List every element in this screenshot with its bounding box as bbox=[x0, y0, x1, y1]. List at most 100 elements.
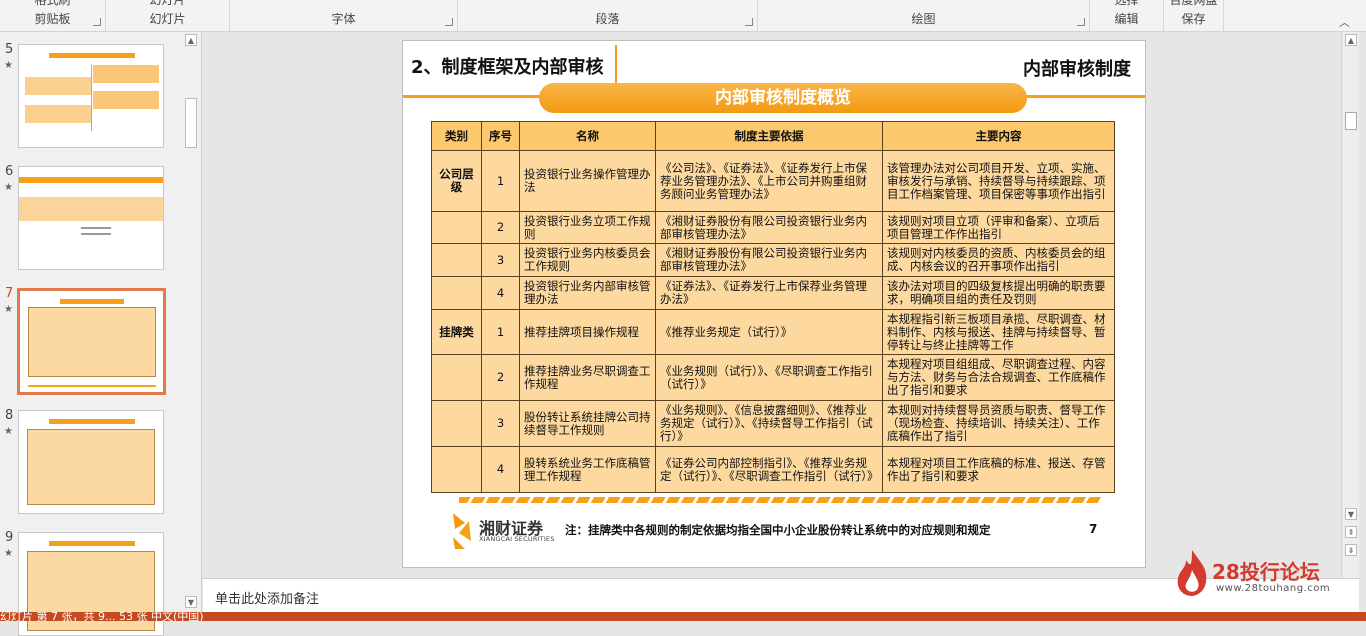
thumb-banner bbox=[49, 419, 135, 424]
thumb-banner bbox=[49, 541, 135, 546]
dialog-launcher-icon[interactable] bbox=[93, 18, 101, 26]
ribbon-group-editing[interactable]: 选择 编辑 bbox=[1090, 0, 1164, 32]
scrollbar-thumb[interactable] bbox=[1345, 112, 1357, 130]
table-row: 4 股转系统业务工作底稿管理工作规程 《证券公司内部控制指引》、《推荐业务规定（… bbox=[431, 446, 1115, 493]
editor-scrollbar[interactable]: ▲ ▼ ⇞ ⇟ bbox=[1341, 32, 1359, 578]
table-row: 挂牌类 1 推荐挂牌项目操作规程 《推荐业务规定（试行）》 本规程指引新三板项目… bbox=[431, 309, 1115, 355]
ribbon-group-clipboard[interactable]: 格式刷 剪贴板 bbox=[0, 0, 106, 32]
notes-placeholder[interactable]: 单击此处添加备注 bbox=[215, 588, 319, 607]
next-slide-icon[interactable]: ⇟ bbox=[1345, 544, 1357, 556]
name-cell: 投资银行业务操作管理办法 bbox=[519, 150, 656, 212]
animation-star-icon: ★ bbox=[4, 304, 13, 315]
scroll-up-icon[interactable]: ▲ bbox=[1345, 34, 1357, 46]
ribbon-cut-text: 格式刷 bbox=[34, 0, 71, 7]
scroll-down-icon[interactable]: ▼ bbox=[1345, 508, 1357, 520]
basis-cell: 《湘财证券股份有限公司投资银行业务内部审核管理办法》 bbox=[655, 211, 883, 244]
thumb-table bbox=[28, 307, 156, 377]
ribbon-group-label: 剪贴板 bbox=[34, 12, 71, 26]
scroll-up-icon[interactable]: ▲ bbox=[185, 34, 197, 46]
basis-cell: 《证券法》、《证券发行上市保荐业务管理办法》 bbox=[655, 276, 883, 310]
collapse-ribbon-icon[interactable]: ︿ bbox=[1339, 14, 1350, 30]
content-cell: 该规则对项目立项（评审和备案）、立项后项目管理工作作出指引 bbox=[882, 211, 1115, 244]
ribbon-group-paragraph[interactable]: 段落 bbox=[458, 0, 758, 32]
name-cell: 股转系统业务工作底稿管理工作规程 bbox=[519, 446, 656, 493]
content-cell: 该办法对项目的四级复核提出明确的职责要求，明确项目组的责任及罚则 bbox=[882, 276, 1115, 310]
name-cell: 投资银行业务立项工作规则 bbox=[519, 211, 656, 244]
ribbon: 格式刷 剪贴板 幻灯片 幻灯片 字体 段落 绘图 选择 编辑 百度网盘 保存 ︿ bbox=[0, 0, 1366, 32]
thumb-line bbox=[81, 227, 111, 229]
title-divider bbox=[615, 45, 617, 83]
number-cell: 3 bbox=[481, 243, 520, 277]
content-cell: 本规则对持续督导员资质与职责、督导工作（现场检查、持续培训、持续关注）、工作底稿… bbox=[882, 400, 1115, 447]
ribbon-group-drawing[interactable]: 绘图 bbox=[758, 0, 1090, 32]
number-cell: 2 bbox=[481, 211, 520, 244]
thumb-table bbox=[27, 429, 155, 505]
thumb-box bbox=[25, 77, 91, 95]
slide-thumbnail-8[interactable] bbox=[18, 410, 164, 514]
section-title: 2、制度框架及内部审核 bbox=[411, 57, 604, 78]
previous-slide-icon[interactable]: ⇞ bbox=[1345, 526, 1357, 538]
table-row: 4 投资银行业务内部审核管理办法 《证券法》、《证券发行上市保荐业务管理办法》 … bbox=[431, 276, 1115, 310]
table-row: 3 投资银行业务内核委员会工作规则 《湘财证券股份有限公司投资银行业务内部审核管… bbox=[431, 243, 1115, 277]
column-header: 制度主要依据 bbox=[655, 121, 883, 151]
dialog-launcher-icon[interactable] bbox=[1077, 18, 1085, 26]
thumb-line bbox=[91, 65, 92, 131]
content-cell: 本规程对项目组组成、尽职调查过程、内容与方法、财务与合法合规调查、工作底稿作出了… bbox=[882, 354, 1115, 401]
thumbnail-number: 9 bbox=[5, 530, 14, 545]
content-cell: 本规程指引新三板项目承揽、尽职调查、材料制作、内核与报送、挂牌与持续督导、暂停转… bbox=[882, 309, 1115, 355]
ribbon-group-save[interactable]: 百度网盘 保存 bbox=[1164, 0, 1224, 32]
dialog-launcher-icon[interactable] bbox=[445, 18, 453, 26]
number-cell: 1 bbox=[481, 309, 520, 355]
content-cell: 本规程对项目工作底稿的标准、报送、存管作出了指引和要求 bbox=[882, 446, 1115, 493]
ribbon-group-font[interactable]: 字体 bbox=[230, 0, 458, 32]
watermark-brand: 28投行论坛 bbox=[1212, 560, 1320, 584]
watermark-url: www.28touhang.com bbox=[1216, 583, 1331, 594]
ribbon-group-label: 段落 bbox=[595, 12, 620, 26]
thumb-banner bbox=[49, 53, 135, 58]
thumb-box bbox=[25, 105, 91, 123]
content-cell: 该管理办法对公司项目开发、立项、实施、审核发行与承销、持续督导与持续跟踪、项目工… bbox=[882, 150, 1115, 212]
name-cell: 投资银行业务内部审核管理办法 bbox=[519, 276, 656, 310]
category-cell bbox=[431, 276, 482, 310]
thumb-banner bbox=[19, 177, 163, 183]
thumbnail-number: 5 bbox=[5, 42, 14, 57]
slide-banner: 内部审核制度概览 bbox=[539, 83, 1027, 113]
number-cell: 1 bbox=[481, 150, 520, 212]
slide-heading: 内部审核制度 bbox=[1023, 59, 1131, 80]
scroll-down-icon[interactable]: ▼ bbox=[185, 596, 197, 608]
thumb-line bbox=[81, 233, 111, 235]
animation-star-icon: ★ bbox=[4, 426, 13, 437]
company-name-en: XIANGCAI SECURITIES bbox=[479, 535, 555, 543]
basis-cell: 《业务规则》、《信息披露细则》、《推荐业务规定（试行）》、《持续督导工作指引（试… bbox=[655, 400, 883, 447]
basis-cell: 《公司法》、《证券法》、《证券发行上市保荐业务管理办法》、《上市公司并购重组财务… bbox=[655, 150, 883, 212]
page-number: 7 bbox=[1089, 522, 1098, 536]
thumb-band bbox=[19, 197, 163, 221]
ribbon-group-label: 绘图 bbox=[911, 12, 936, 26]
number-cell: 4 bbox=[481, 446, 520, 493]
ribbon-group-label: 字体 bbox=[331, 12, 356, 26]
column-header: 主要内容 bbox=[882, 121, 1115, 151]
category-cell bbox=[431, 243, 482, 277]
category-cell: 公司层级 bbox=[431, 150, 482, 212]
slide-thumbnail-5[interactable] bbox=[18, 44, 164, 148]
category-cell bbox=[431, 354, 482, 401]
animation-star-icon: ★ bbox=[4, 60, 13, 71]
thumbnail-scrollbar[interactable]: ▲ ▼ bbox=[183, 32, 199, 612]
number-cell: 4 bbox=[481, 276, 520, 310]
column-header: 序号 bbox=[481, 121, 520, 151]
basis-cell: 《证券公司内部控制指引》、《推荐业务规定（试行）》、《尽职调查工作指引（试行）》 bbox=[655, 446, 883, 493]
slide-thumbnail-pane[interactable]: 5 ★ 6 ★ 7 ★ 8 ★ 9 ★ ▲ ▼ bbox=[0, 32, 202, 636]
scrollbar-thumb[interactable] bbox=[185, 98, 197, 148]
slide-thumbnail-7[interactable] bbox=[17, 288, 166, 395]
ribbon-group-label: 保存 bbox=[1181, 12, 1206, 26]
thumb-box bbox=[93, 65, 159, 83]
name-cell: 推荐挂牌项目操作规程 bbox=[519, 309, 656, 355]
thumbnail-number: 8 bbox=[5, 408, 14, 423]
slide-thumbnail-6[interactable] bbox=[18, 166, 164, 270]
slide-canvas[interactable]: 2、制度框架及内部审核 内部审核制度 内部审核制度概览 类别 序号 名称 制度主… bbox=[402, 40, 1146, 568]
thumbnail-number: 6 bbox=[5, 164, 14, 179]
company-logo-icon bbox=[453, 513, 471, 549]
table-row: 公司层级 1 投资银行业务操作管理办法 《公司法》、《证券法》、《证券发行上市保… bbox=[431, 150, 1115, 212]
ribbon-group-slides[interactable]: 幻灯片 幻灯片 bbox=[106, 0, 230, 32]
dialog-launcher-icon[interactable] bbox=[745, 18, 753, 26]
